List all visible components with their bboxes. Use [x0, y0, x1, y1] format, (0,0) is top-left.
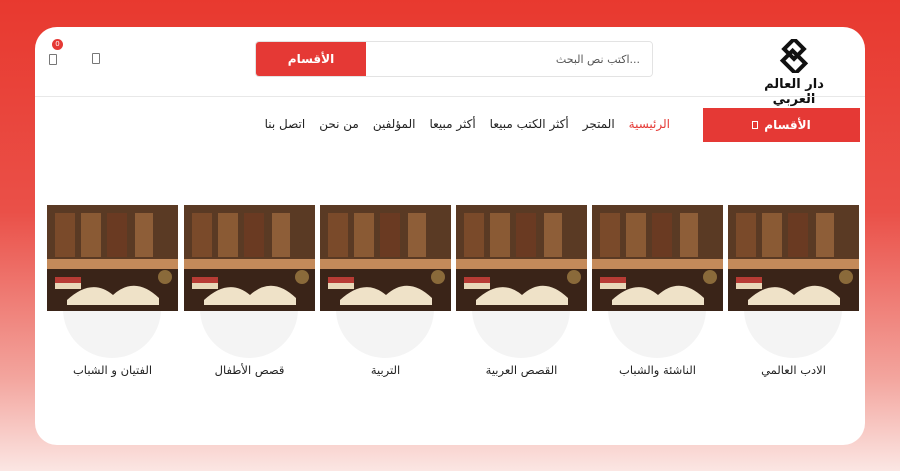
cart-icon[interactable]: [49, 54, 57, 65]
category-label: التربية: [370, 363, 401, 377]
category-image: [456, 205, 587, 311]
logo-mark-icon: [779, 39, 809, 73]
category-label: الادب العالمي: [761, 363, 826, 377]
category-image: [47, 205, 178, 311]
cart-count-badge: 0: [52, 39, 63, 50]
nav-link-home[interactable]: الرئيسية: [629, 117, 670, 131]
header-divider: [35, 96, 865, 97]
nav-link-store[interactable]: المتجر: [583, 117, 615, 131]
search-input[interactable]: [366, 42, 652, 76]
category-image: [184, 205, 315, 311]
logo-text: دار العالم العربي: [764, 77, 824, 107]
category-image: [592, 205, 723, 311]
category-item[interactable]: الناشئة والشباب: [592, 205, 723, 405]
search-bar: الأقسام: [255, 41, 653, 77]
category-image: [320, 205, 451, 311]
category-label: الناشئة والشباب: [619, 363, 696, 377]
category-item[interactable]: القصص العربية: [456, 205, 587, 405]
category-label: القصص العربية: [485, 363, 558, 377]
categories-menu-button[interactable]: الأقسام: [703, 108, 860, 142]
category-list: الفتيان و الشباب قصص الأطفال التربية الق…: [47, 205, 862, 425]
category-image: [728, 205, 859, 311]
category-label: قصص الأطفال: [214, 363, 285, 377]
nav-link-contact[interactable]: اتصل بنا: [265, 117, 306, 131]
page-card: دار العالم العربي الأقسام 0 الأقسام الرئ…: [35, 27, 865, 445]
category-item[interactable]: الفتيان و الشباب: [47, 205, 178, 405]
menu-icon: [752, 121, 759, 129]
nav-link-bestsellers[interactable]: أكثر الكتب مبيعا: [490, 117, 569, 131]
user-icon[interactable]: [92, 53, 100, 64]
site-logo[interactable]: دار العالم العربي: [759, 39, 829, 107]
nav-link-authors[interactable]: المؤلفين: [373, 117, 416, 131]
categories-menu-label: الأقسام: [764, 118, 811, 132]
main-nav: الرئيسية المتجر أكثر الكتب مبيعا أكثر مب…: [265, 117, 670, 131]
nav-link-most-sold[interactable]: أكثر مبيعا: [429, 117, 475, 131]
category-item[interactable]: قصص الأطفال: [184, 205, 315, 405]
category-item[interactable]: التربية: [320, 205, 451, 405]
category-item[interactable]: الادب العالمي: [728, 205, 859, 405]
category-label: الفتيان و الشباب: [72, 363, 153, 377]
nav-link-about[interactable]: من نحن: [319, 117, 359, 131]
search-button[interactable]: الأقسام: [256, 42, 366, 76]
